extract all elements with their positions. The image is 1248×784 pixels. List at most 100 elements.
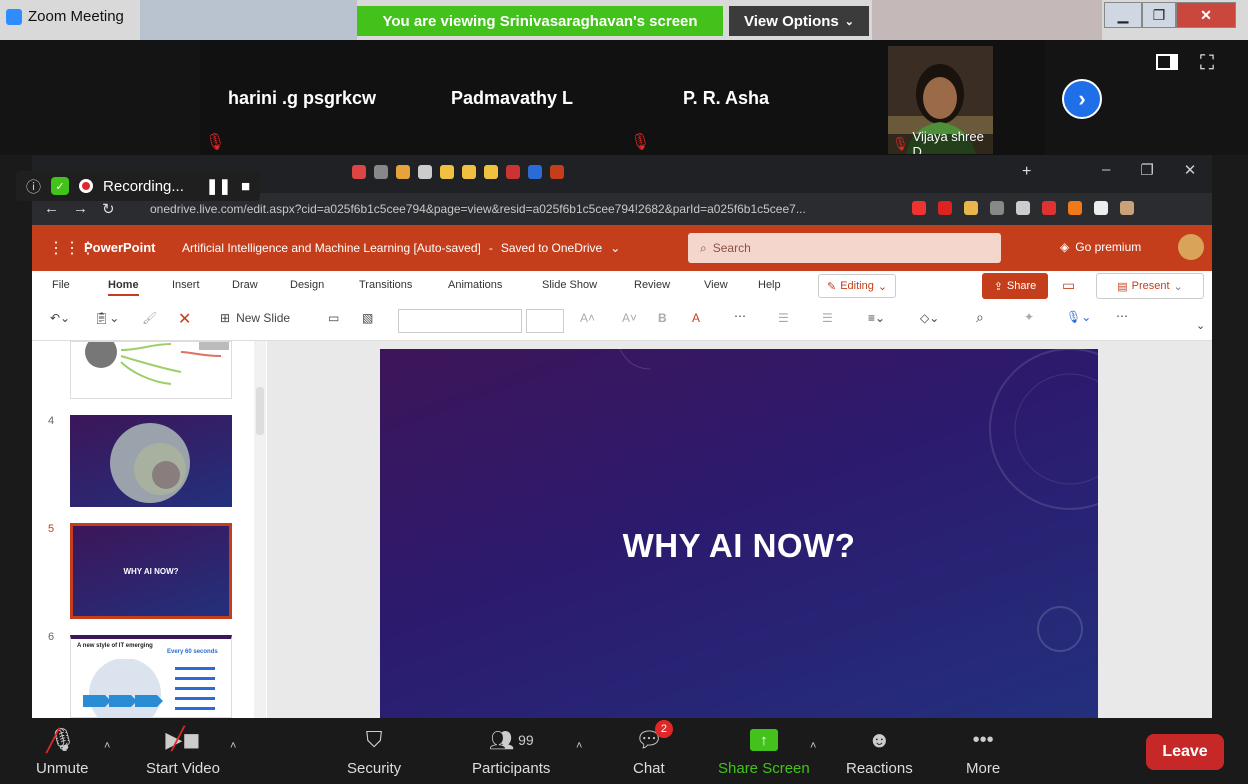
reactions-button[interactable]: ☻ Reactions [846,726,913,777]
audio-options-caret[interactable]: ˄ [104,740,110,752]
align-icon[interactable]: ≡⌄ [868,311,885,325]
picture-icon[interactable]: ▧ [362,311,373,325]
extension-icon[interactable] [1094,201,1108,215]
extension-icon[interactable] [1042,201,1056,215]
tab-icon[interactable] [374,165,388,179]
tab-icon[interactable] [506,165,520,179]
slide-thumbnail-6[interactable]: A new style of IT emerging Every 60 seco… [70,635,232,718]
security-button[interactable]: ⛉ Security [347,726,401,777]
slide-thumbnail-4[interactable] [70,415,232,507]
stop-recording-button[interactable]: ■ [241,178,250,195]
tab-icon[interactable] [352,165,366,179]
forward-icon[interactable]: → [73,200,88,218]
tab-review[interactable]: Review [634,279,670,291]
share-screen-button[interactable]: ↑ Share Screen [718,726,810,777]
present-button[interactable]: ▤ Present ⌄ [1096,273,1204,299]
layout-icon[interactable] [1156,54,1178,70]
delete-icon[interactable]: ✕ [178,309,191,329]
document-title[interactable]: Artificial Intelligence and Machine Lear… [182,241,620,255]
pause-recording-button[interactable]: ❚❚ [206,177,231,195]
tab-help[interactable]: Help [758,279,781,291]
current-slide[interactable]: WHY AI NOW? [380,349,1098,718]
extension-icon[interactable] [990,201,1004,215]
dictate-icon[interactable]: 🎙︎⌄ [1066,310,1091,324]
format-painter-icon[interactable]: 🖌︎ [142,311,157,325]
paste-icon[interactable]: 📋︎⌄ [94,311,119,325]
grow-font-icon[interactable]: A˄ [580,311,595,325]
shrink-font-icon[interactable]: A˅ [622,311,637,325]
participants-button[interactable]: 👥︎ 99 Participants [472,726,550,778]
extension-icon[interactable] [912,201,926,215]
comments-icon[interactable]: ▭ [1062,277,1075,294]
new-tab-button[interactable]: + [1022,163,1031,181]
share-button[interactable]: ⇪ Share [982,273,1048,299]
video-options-caret[interactable]: ˄ [230,740,236,752]
tab-icon[interactable] [550,165,564,179]
font-name-dropdown[interactable] [398,309,522,333]
leave-button[interactable]: Leave [1146,734,1224,770]
numbering-icon[interactable]: ☰ [822,311,833,325]
extension-icon[interactable] [1016,201,1030,215]
tab-slide-show[interactable]: Slide Show [542,279,597,291]
designer-icon[interactable]: ✦ [1024,310,1034,324]
tab-insert[interactable]: Insert [172,279,200,291]
slide-thumbnail-5[interactable]: WHY AI NOW? [70,523,232,619]
more-button[interactable]: ••• More [966,726,1000,778]
bullets-icon[interactable]: ☰ [778,311,789,325]
thumbnail-scrollbar[interactable] [254,341,266,718]
bold-icon[interactable]: B [658,311,667,325]
extension-icon[interactable] [1120,201,1134,215]
close-icon[interactable]: ✕ [1184,161,1197,179]
tab-home[interactable]: Home [108,279,139,296]
avatar[interactable] [1178,234,1204,260]
tab-icon[interactable] [462,165,476,179]
find-icon[interactable]: ⌕ [976,309,984,326]
tab-transitions[interactable]: Transitions [359,279,412,291]
tab-animations[interactable]: Animations [448,279,502,291]
go-premium-link[interactable]: ◈ Go premium [1060,240,1141,254]
tab-draw[interactable]: Draw [232,279,258,291]
extension-icon[interactable] [1068,201,1082,215]
tab-icon[interactable] [484,165,498,179]
undo-icon[interactable]: ↶⌄ [50,311,70,325]
url-field[interactable]: onedrive.live.com/edit.aspx?cid=a025f6b1… [150,202,870,216]
participant-video-tile[interactable]: 🎙︎ Vijaya shree D [888,46,993,154]
scrollbar-thumb[interactable] [256,387,264,435]
tab-design[interactable]: Design [290,279,324,291]
app-name[interactable]: PowerPoint [84,240,156,255]
tab-view[interactable]: View [704,279,728,291]
share-options-caret[interactable]: ˄ [810,740,816,752]
more-options-icon[interactable]: ⋯ [734,309,746,323]
more-commands-icon[interactable]: ⋯ [1116,309,1128,323]
minimize-button[interactable]: ▁ [1104,2,1142,28]
font-size-dropdown[interactable] [526,309,564,333]
tab-file[interactable]: File [52,279,70,291]
extension-icon[interactable] [964,201,978,215]
shield-check-icon[interactable]: ✓ [51,177,70,195]
participants-options-caret[interactable]: ˄ [576,740,582,752]
slide-thumbnail-3[interactable] [70,341,232,399]
new-slide-button[interactable]: ⊞ New Slide [220,311,290,325]
tab-icon[interactable] [440,165,454,179]
tab-icon[interactable] [418,165,432,179]
shapes-icon[interactable]: ◇⌄ [920,311,939,325]
font-color-icon[interactable]: A [692,311,700,325]
layout-icon[interactable]: ▭ [328,311,339,325]
editing-mode-button[interactable]: ✎ Editing ⌄ [818,274,897,298]
back-icon[interactable]: ← [44,200,59,218]
fullscreen-icon[interactable]: ⛶ [1200,52,1214,75]
unmute-button[interactable]: 🎙︎ ╱ Unmute [36,726,89,777]
ribbon-expand-icon[interactable]: ⌄ [1196,319,1205,332]
start-video-button[interactable]: ▶︎◼ ╱ Start Video [146,726,220,777]
minimize-icon[interactable]: – [1102,161,1110,179]
chat-button[interactable]: 💬︎ 2 Chat [633,720,673,777]
maximize-button[interactable]: ❐ [1142,2,1176,28]
tab-icon[interactable] [396,165,410,179]
close-window-button[interactable]: ✕ [1176,2,1236,28]
restore-icon[interactable]: ❐ [1140,161,1153,179]
view-options-button[interactable]: View Options ⌄ [729,6,869,36]
extension-icon[interactable] [938,201,952,215]
next-page-button[interactable]: › [1062,79,1102,119]
search-input[interactable]: ⌕ Search [688,233,1001,263]
reload-icon[interactable]: ↻ [102,200,115,218]
